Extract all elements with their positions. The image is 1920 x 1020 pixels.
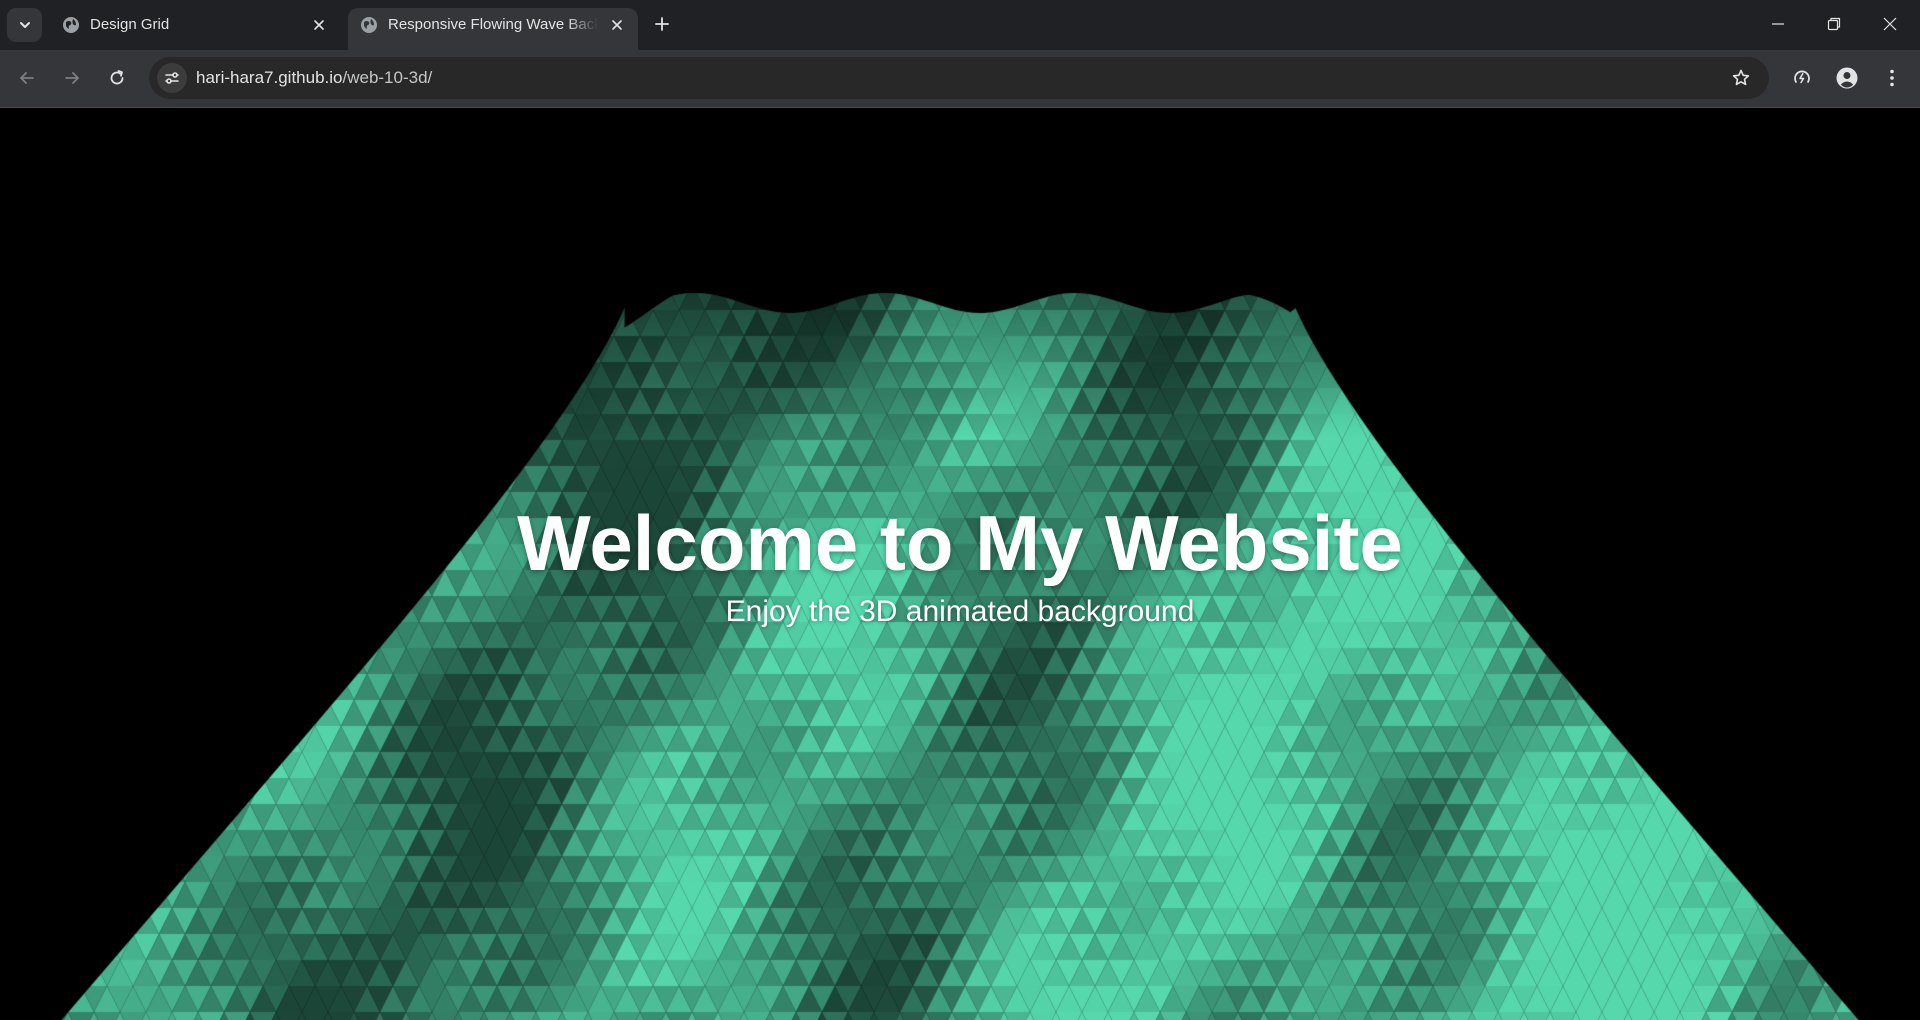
tab-strip: Design Grid Responsive Flowing Wave Back… xyxy=(0,0,1920,50)
page-subtitle: Enjoy the 3D animated background xyxy=(725,595,1195,628)
new-tab-button[interactable] xyxy=(650,12,674,36)
browser-window: Design Grid Responsive Flowing Wave Back… xyxy=(0,0,1920,1020)
back-button[interactable] xyxy=(11,62,43,94)
arrow-right-icon xyxy=(65,72,79,84)
tab-design-grid[interactable]: Design Grid xyxy=(50,8,340,50)
menu-button[interactable] xyxy=(1876,62,1908,94)
globe-icon xyxy=(361,17,377,33)
url-path: /web-10-3d/ xyxy=(342,68,433,87)
minimize-button[interactable] xyxy=(1750,0,1806,48)
window-close-button[interactable] xyxy=(1862,0,1918,48)
close-icon[interactable] xyxy=(608,16,626,34)
close-icon xyxy=(1883,17,1897,31)
bookmark-button[interactable] xyxy=(1729,66,1753,90)
site-info-button[interactable] xyxy=(157,63,187,93)
plus-icon xyxy=(655,17,669,31)
tab-responsive-flowing-wave[interactable]: Responsive Flowing Wave Background xyxy=(348,8,638,50)
chevron-down-icon xyxy=(19,22,30,28)
url-host: hari-hara7.github.io xyxy=(196,68,343,87)
avatar-icon xyxy=(1836,67,1858,89)
star-icon xyxy=(1732,69,1750,86)
profile-button[interactable] xyxy=(1831,62,1863,94)
tab-title: Design Grid xyxy=(90,16,170,33)
tab-title: Responsive Flowing Wave Background xyxy=(388,16,598,33)
performance-button[interactable] xyxy=(1786,62,1818,94)
restore-button[interactable] xyxy=(1806,0,1862,48)
url-text[interactable]: hari-hara7.github.io/web-10-3d/ xyxy=(196,67,432,89)
arrow-left-icon xyxy=(20,72,34,84)
page-viewport: Welcome to My Website Enjoy the 3D anima… xyxy=(0,108,1920,1020)
tune-icon xyxy=(165,72,179,84)
browser-toolbar: hari-hara7.github.io/web-10-3d/ xyxy=(0,50,1920,108)
globe-icon xyxy=(63,17,79,33)
reload-button[interactable] xyxy=(101,62,133,94)
close-icon[interactable] xyxy=(310,16,328,34)
more-vert-icon xyxy=(1890,69,1894,87)
speedometer-icon xyxy=(1794,70,1810,84)
reload-icon xyxy=(110,70,124,85)
tab-search-button[interactable] xyxy=(7,8,42,42)
restore-icon xyxy=(1827,17,1841,31)
forward-button[interactable] xyxy=(56,62,88,94)
minimize-icon xyxy=(1772,23,1784,25)
address-bar[interactable]: hari-hara7.github.io/web-10-3d/ xyxy=(149,57,1769,99)
page-title: Welcome to My Website xyxy=(517,499,1403,587)
